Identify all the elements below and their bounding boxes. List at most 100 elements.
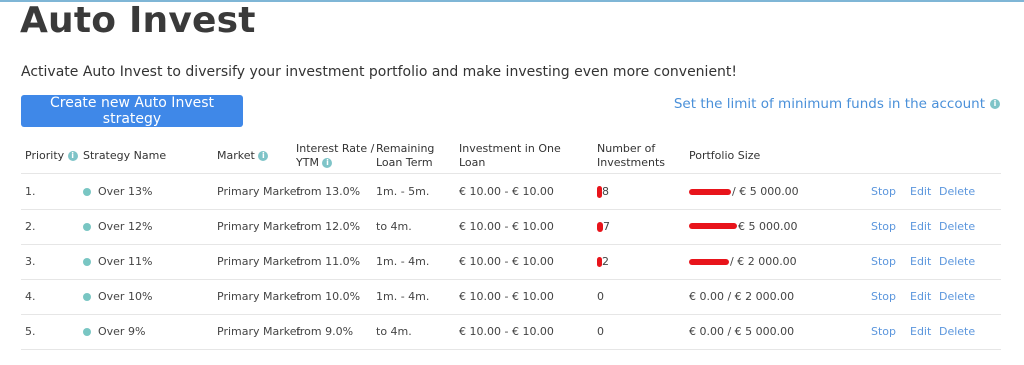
stop-button[interactable]: Stop — [871, 279, 896, 314]
redaction-mark — [689, 222, 737, 229]
edit-button[interactable]: Edit — [910, 314, 931, 349]
row-strategy-name: Over 13% — [98, 185, 153, 198]
info-icon[interactable]: i — [322, 158, 333, 168]
row-strategy: Over 11% — [83, 244, 152, 279]
redaction-mark — [689, 188, 731, 195]
header-number-line1: Number of — [597, 142, 656, 155]
table-row: 3. Over 11% Primary Market from 11.0% 1m… — [21, 244, 1001, 280]
row-market: Primary Market — [217, 185, 301, 198]
row-market: Primary Market — [217, 220, 301, 233]
row-strategy-name: Over 12% — [98, 220, 153, 233]
delete-button[interactable]: Delete — [939, 174, 975, 209]
row-priority: 4. — [25, 290, 36, 303]
delete-button[interactable]: Delete — [939, 279, 975, 314]
table-row: 4. Over 10% Primary Market from 10.0% 1m… — [21, 279, 1001, 315]
row-priority: 1. — [25, 185, 36, 198]
stop-button[interactable]: Stop — [871, 209, 896, 244]
header-interest-line1: Interest Rate / — [296, 142, 375, 155]
stop-button[interactable]: Stop — [871, 244, 896, 279]
status-dot-icon — [83, 222, 91, 231]
edit-button[interactable]: Edit — [910, 279, 931, 314]
row-priority: 5. — [25, 325, 36, 338]
row-number: 0 — [597, 290, 604, 303]
table-row: 1. Over 13% Primary Market from 13.0% 1m… — [21, 174, 1001, 210]
row-number: 7 — [597, 209, 610, 244]
status-dot-icon — [83, 257, 91, 266]
header-portfolio-size: Portfolio Size — [689, 149, 761, 162]
min-funds-limit-label: Set the limit of minimum funds in the ac… — [673, 96, 985, 112]
row-term: 1m. - 4m. — [376, 290, 430, 303]
row-interest: from 9.0% — [296, 325, 354, 338]
row-market: Primary Market — [217, 255, 301, 268]
table-row: 2. Over 12% Primary Market from 12.0% to… — [21, 209, 1001, 245]
stop-button[interactable]: Stop — [871, 314, 896, 349]
row-strategy-name: Over 11% — [98, 255, 153, 268]
info-icon[interactable]: i — [990, 99, 1000, 109]
row-interest: from 13.0% — [296, 185, 361, 198]
row-strategy: Over 13% — [83, 174, 152, 209]
row-portfolio: / € 2 000.00 — [689, 244, 797, 279]
row-term: to 4m. — [376, 325, 412, 338]
row-priority: 3. — [25, 255, 36, 268]
delete-button[interactable]: Delete — [939, 209, 975, 244]
row-portfolio: / € 5 000.00 — [689, 174, 799, 209]
row-strategy: Over 10% — [83, 279, 152, 314]
row-strategy: Over 12% — [83, 209, 152, 244]
row-portfolio-value: € 5 000.00 — [738, 220, 798, 233]
status-dot-icon — [83, 327, 91, 336]
header-market-label: Market — [217, 149, 255, 162]
row-investment: € 10.00 - € 10.00 — [459, 290, 554, 303]
row-portfolio: € 5 000.00 — [689, 209, 797, 244]
header-market: Market i — [217, 149, 269, 163]
row-market: Primary Market — [217, 325, 301, 338]
table-row: 5. Over 9% Primary Market from 9.0% to 4… — [21, 314, 1001, 350]
header-priority-label: Priority — [25, 149, 65, 162]
row-term: to 4m. — [376, 220, 412, 233]
row-number: 8 — [597, 174, 609, 209]
header-interest: Interest Rate / YTM i — [296, 142, 374, 170]
page-title: Auto Invest — [20, 0, 256, 41]
row-portfolio-value: / € 5 000.00 — [732, 185, 799, 198]
row-interest: from 12.0% — [296, 220, 361, 233]
delete-button[interactable]: Delete — [939, 314, 975, 349]
row-term: 1m. - 4m. — [376, 255, 430, 268]
header-investment-one-loan: Investment in One Loan — [459, 142, 561, 170]
row-market: Primary Market — [217, 290, 301, 303]
row-number-value: 8 — [602, 185, 609, 198]
page-subtitle: Activate Auto Invest to diversify your i… — [21, 64, 738, 80]
redaction-mark — [689, 258, 729, 265]
header-interest-line2: YTM — [296, 156, 319, 169]
edit-button[interactable]: Edit — [910, 244, 931, 279]
edit-button[interactable]: Edit — [910, 174, 931, 209]
row-portfolio-value: / € 2 000.00 — [730, 255, 797, 268]
stop-button[interactable]: Stop — [871, 174, 896, 209]
row-portfolio: € 0.00 / € 2 000.00 — [689, 290, 795, 303]
row-term: 1m. - 5m. — [376, 185, 430, 198]
create-strategy-button[interactable]: Create new Auto Invest strategy — [21, 95, 243, 127]
row-number-value: 2 — [602, 255, 609, 268]
row-number-value: 7 — [603, 220, 610, 233]
min-funds-limit-link[interactable]: Set the limit of minimum funds in the ac… — [674, 96, 1000, 112]
header-investment-line1: Investment in One — [459, 142, 561, 155]
row-priority: 2. — [25, 220, 36, 233]
delete-button[interactable]: Delete — [939, 244, 975, 279]
row-investment: € 10.00 - € 10.00 — [459, 255, 554, 268]
row-strategy: Over 9% — [83, 314, 145, 349]
row-number: 0 — [597, 325, 604, 338]
row-strategy-name: Over 10% — [98, 290, 153, 303]
row-investment: € 10.00 - € 10.00 — [459, 220, 554, 233]
header-number-investments: Number of Investments — [597, 142, 665, 170]
row-strategy-name: Over 9% — [98, 325, 146, 338]
edit-button[interactable]: Edit — [910, 209, 931, 244]
header-number-line2: Investments — [597, 156, 666, 169]
status-dot-icon — [83, 187, 91, 196]
row-investment: € 10.00 - € 10.00 — [459, 325, 554, 338]
row-interest: from 10.0% — [296, 290, 361, 303]
row-number: 2 — [597, 244, 609, 279]
row-investment: € 10.00 - € 10.00 — [459, 185, 554, 198]
info-icon[interactable]: i — [67, 151, 78, 161]
header-remaining-line1: Remaining — [376, 142, 435, 155]
info-icon[interactable]: i — [258, 151, 269, 161]
header-remaining-line2: Loan Term — [376, 156, 433, 169]
status-dot-icon — [83, 292, 91, 301]
